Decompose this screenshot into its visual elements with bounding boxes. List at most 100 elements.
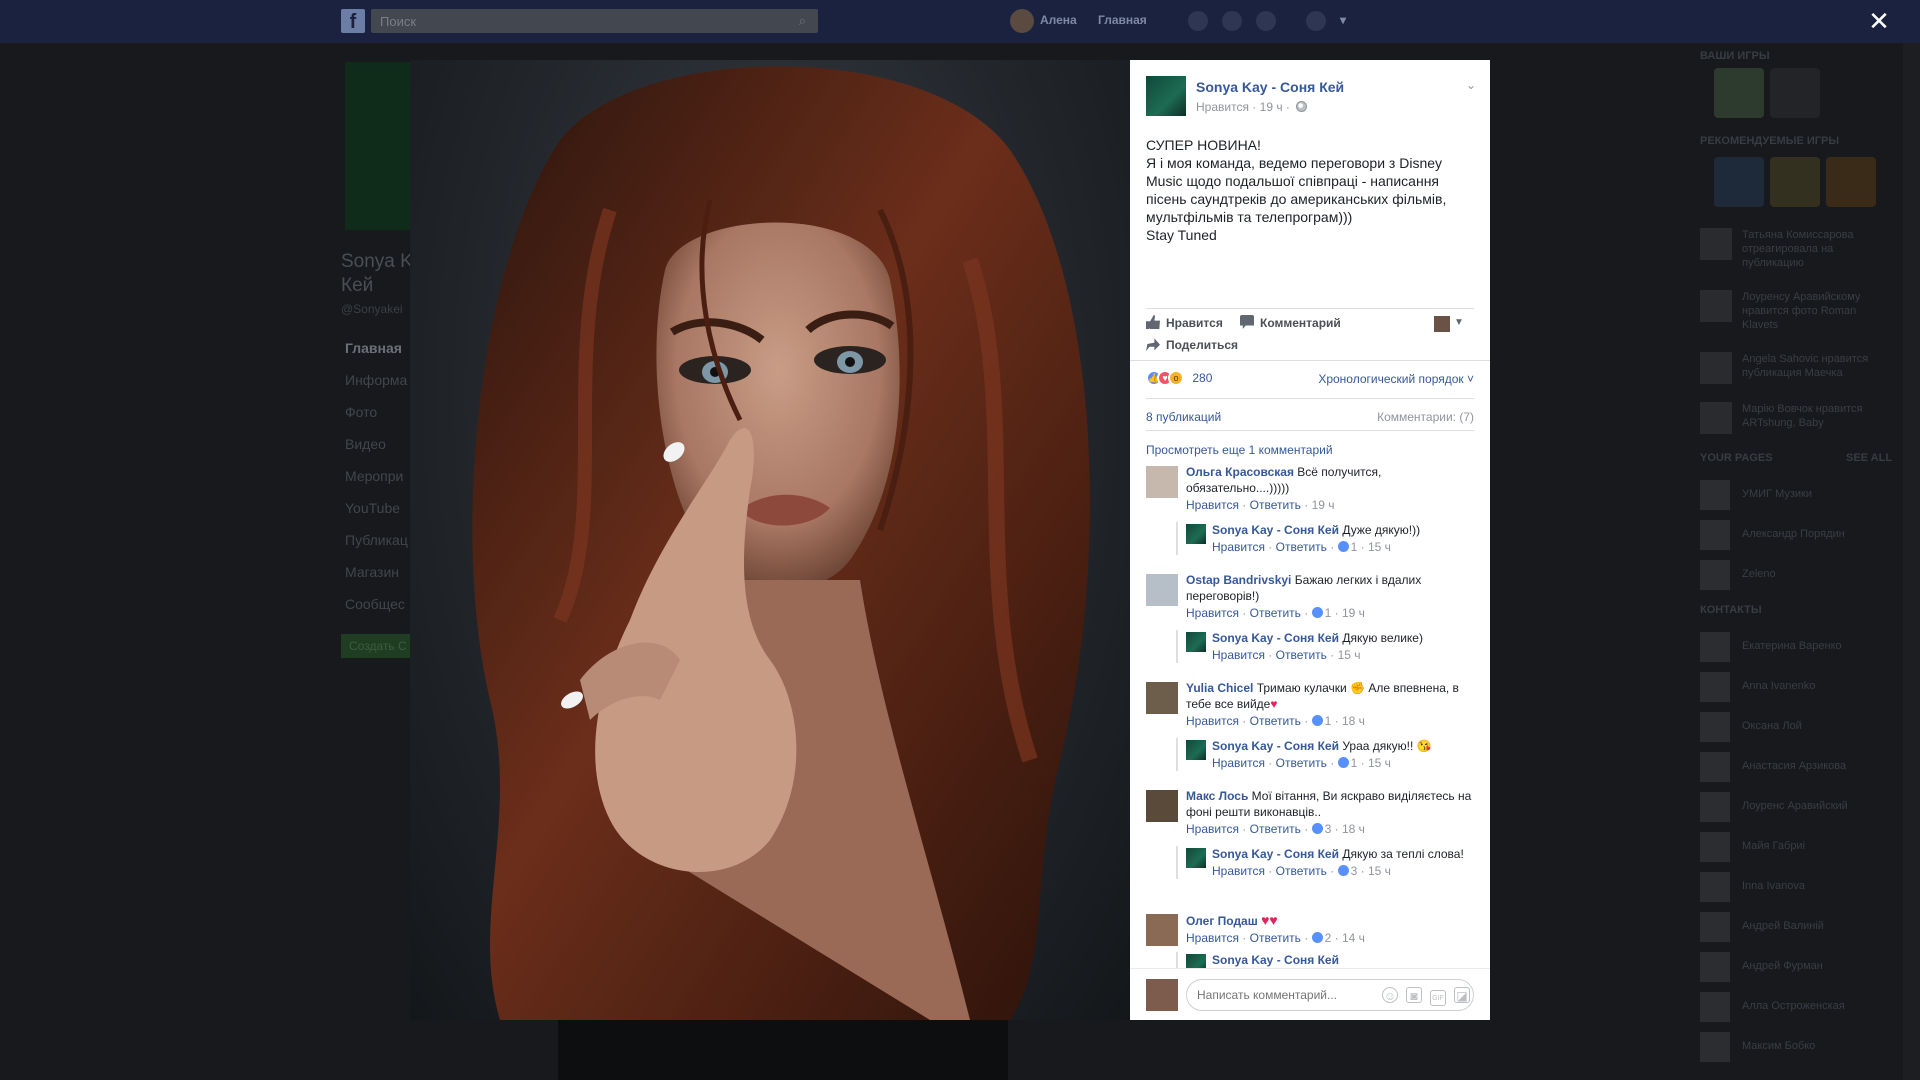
page-scrollbar[interactable] <box>1903 43 1920 1080</box>
menu-item-posts[interactable]: Публикац <box>345 532 408 564</box>
reply-author-link[interactable]: Sonya Kay - Соня Кей <box>1212 631 1339 645</box>
comment-like-count[interactable]: 1 <box>1325 606 1332 620</box>
menu-item-home[interactable]: Главная <box>345 340 408 372</box>
create-button[interactable]: Создать С <box>341 634 421 658</box>
reply-author-link[interactable]: Sonya Kay - Соня Кей <box>1212 847 1339 861</box>
reply-time[interactable]: 15 ч <box>1368 540 1391 554</box>
comment-time[interactable]: 18 ч <box>1342 714 1365 728</box>
menu-item-videos[interactable]: Видео <box>345 436 408 468</box>
comment-like-link[interactable]: Нравится <box>1186 822 1239 836</box>
reactions-count[interactable]: 280 <box>1192 371 1212 385</box>
reply-author-avatar[interactable] <box>1186 524 1206 544</box>
contact-item[interactable]: Екатерина Варенко <box>1700 632 1890 662</box>
post-options-chevron-icon[interactable]: ⌄ <box>1466 78 1476 92</box>
sticker-icon[interactable]: ◪ <box>1454 987 1470 1003</box>
contact-item[interactable]: Алла Остроженская <box>1700 992 1890 1022</box>
reply-like-count[interactable]: 1 <box>1351 540 1358 554</box>
commenter-avatar[interactable] <box>1146 466 1178 498</box>
page-list-item[interactable]: Zelenо <box>1700 560 1890 590</box>
comment-reply-link[interactable]: Ответить <box>1250 606 1301 620</box>
comment-time[interactable]: 19 ч <box>1342 606 1365 620</box>
ticker-item[interactable]: Марію Вовчок нравится ARTshung, Baby <box>1700 402 1890 434</box>
comment-author-link[interactable]: Ostap Bandrivskyi <box>1186 573 1291 587</box>
shares-count-link[interactable]: 8 публикаций <box>1146 410 1221 424</box>
close-viewer-icon[interactable]: ✕ <box>1864 6 1894 36</box>
view-more-comments-link[interactable]: Просмотреть еще 1 комментарий <box>1146 443 1333 457</box>
reply-like-count[interactable]: 1 <box>1351 756 1358 770</box>
share-button[interactable]: Поделиться <box>1146 336 1238 354</box>
comment-like-link[interactable]: Нравится <box>1186 714 1239 728</box>
reply-like-count[interactable]: 3 <box>1351 864 1358 878</box>
contact-item[interactable]: Андрей Валиній <box>1700 912 1890 942</box>
reply-author-avatar[interactable] <box>1186 740 1206 760</box>
comment-time[interactable]: 19 ч <box>1312 498 1335 512</box>
post-timestamp[interactable]: 19 ч <box>1260 100 1283 114</box>
comment-like-link[interactable]: Нравится <box>1186 606 1239 620</box>
gif-icon[interactable]: GIF <box>1430 990 1446 1006</box>
account-menu-caret-icon[interactable]: ▾ <box>1340 13 1346 27</box>
comment-like-link[interactable]: Нравится <box>1186 498 1239 512</box>
reply-like-link[interactable]: Нравится <box>1212 540 1265 554</box>
reply-reply-link[interactable]: Ответить <box>1276 648 1327 662</box>
author-avatar[interactable] <box>1146 76 1186 116</box>
comment-like-count[interactable]: 2 <box>1325 931 1332 945</box>
see-all-link[interactable]: SEE ALL <box>1846 452 1892 464</box>
commenter-avatar[interactable] <box>1146 914 1178 946</box>
menu-item-community[interactable]: Сообщес <box>345 596 408 628</box>
contact-item[interactable]: Anna Ivanenko <box>1700 672 1890 702</box>
comment-author-link[interactable]: Олег Подаш <box>1186 914 1258 928</box>
reply-like-link[interactable]: Нравится <box>1212 756 1265 770</box>
react-as-selector[interactable]: ▼ <box>1434 316 1468 332</box>
menu-item-photos[interactable]: Фото <box>345 404 408 436</box>
game-icon[interactable] <box>1826 157 1876 207</box>
contact-item[interactable]: Inna Ivanova <box>1700 872 1890 902</box>
contact-item[interactable]: Андрей Фурман <box>1700 952 1890 982</box>
commenter-avatar[interactable] <box>1146 682 1178 714</box>
reply-author-link[interactable]: Sonya Kay - Соня Кей <box>1212 953 1339 967</box>
emoji-icon[interactable]: ☺ <box>1382 987 1398 1003</box>
reply-author-avatar[interactable] <box>1186 632 1206 652</box>
post-author-link[interactable]: Sonya Kay - Соня Кей <box>1196 79 1344 95</box>
messages-icon[interactable] <box>1222 11 1242 31</box>
reply-author-link[interactable]: Sonya Kay - Соня Кей <box>1212 739 1339 753</box>
comment-button[interactable]: Комментарий <box>1240 314 1341 332</box>
game-icon[interactable] <box>1770 68 1820 118</box>
home-nav-link[interactable]: Главная <box>1098 13 1147 27</box>
reply-author-avatar[interactable] <box>1186 848 1206 868</box>
comment-time[interactable]: 14 ч <box>1342 931 1365 945</box>
menu-item-events[interactable]: Меропри <box>345 468 408 500</box>
viewer-avatar[interactable] <box>1146 979 1178 1011</box>
reply-author-link[interactable]: Sonya Kay - Соня Кей <box>1212 523 1339 537</box>
contact-item[interactable]: Лоуренс Аравийский <box>1700 792 1890 822</box>
commenter-avatar[interactable] <box>1146 790 1178 822</box>
reply-reply-link[interactable]: Ответить <box>1276 540 1327 554</box>
search-icon[interactable]: ⌕ <box>799 13 806 29</box>
reply-reply-link[interactable]: Ответить <box>1276 756 1327 770</box>
page-like-link[interactable]: Нравится <box>1196 100 1249 114</box>
reply-time[interactable]: 15 ч <box>1338 648 1361 662</box>
friend-requests-icon[interactable] <box>1188 11 1208 31</box>
reply-like-link[interactable]: Нравится <box>1212 864 1265 878</box>
agario-game-icon[interactable] <box>1714 68 1764 118</box>
comment-reply-link[interactable]: Ответить <box>1250 714 1301 728</box>
comment-like-count[interactable]: 3 <box>1325 822 1332 836</box>
menu-item-shop[interactable]: Магазин <box>345 564 408 596</box>
ticker-item[interactable]: Лоуренсу Аравийскому нравится фото Roman… <box>1700 290 1890 332</box>
comment-reply-link[interactable]: Ответить <box>1250 498 1301 512</box>
camera-icon[interactable]: ◙ <box>1406 987 1422 1003</box>
help-icon[interactable] <box>1306 11 1326 31</box>
page-list-item[interactable]: УМИГ Музики <box>1700 480 1890 510</box>
facebook-logo-icon[interactable]: f <box>341 9 365 33</box>
comment-sort-dropdown[interactable]: Хронологический порядок ˅ <box>1318 372 1474 386</box>
ticker-item[interactable]: Angela Sahovic нравится публикация Маечк… <box>1700 352 1890 384</box>
comment-author-link[interactable]: Yulia Chicel <box>1186 681 1253 695</box>
comment-like-count[interactable]: 1 <box>1325 714 1332 728</box>
reply-time[interactable]: 15 ч <box>1368 756 1391 770</box>
reply-time[interactable]: 15 ч <box>1368 864 1391 878</box>
post-photo[interactable] <box>410 60 1130 1020</box>
reply-like-link[interactable]: Нравится <box>1212 648 1265 662</box>
comment-author-link[interactable]: Ольга Красовская <box>1186 465 1294 479</box>
ticker-item[interactable]: Татьяна Комиссарова отреагировала на пуб… <box>1700 228 1890 270</box>
notifications-icon[interactable] <box>1256 11 1276 31</box>
comment-time[interactable]: 18 ч <box>1342 822 1365 836</box>
